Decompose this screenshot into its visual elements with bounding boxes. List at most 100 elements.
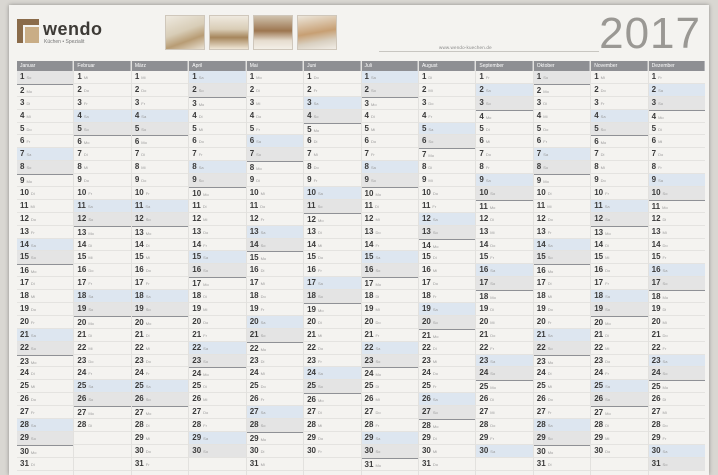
day-number: 5 xyxy=(192,123,197,133)
weekday-label: Fr xyxy=(313,87,318,93)
weekday-label: Do xyxy=(30,307,37,313)
day-cell: 29 Di xyxy=(418,432,476,445)
weekday-label: Fr xyxy=(145,371,150,377)
weekday-label: Fr xyxy=(547,410,552,416)
weekday-label: So xyxy=(83,126,89,132)
weekday-label: So xyxy=(547,255,553,261)
month-header: Juni xyxy=(304,61,361,71)
weekday-label: Mi xyxy=(375,307,380,313)
day-number: 12 xyxy=(421,213,431,223)
day-number: 9 xyxy=(594,175,599,185)
day-cell: 21 Di xyxy=(131,329,189,342)
day-cell: 4 Di xyxy=(189,110,246,123)
day-cell: 18 Sa xyxy=(74,290,131,304)
weekday-label: Do xyxy=(83,178,89,184)
day-number: 15 xyxy=(421,252,431,262)
day-number: 16 xyxy=(307,265,317,275)
day-cell: 26 Mo xyxy=(304,393,361,407)
weekday-label: Sa xyxy=(256,139,262,145)
weekday-label: So xyxy=(318,294,323,300)
day-number: 20 xyxy=(536,316,546,326)
weekday-label: Sa xyxy=(370,165,376,171)
month-header: Mai xyxy=(246,61,304,71)
day-cell: 13 Mo xyxy=(591,225,648,239)
weekday-label: Mi xyxy=(145,255,150,261)
day-cell: 17 Do xyxy=(418,277,476,291)
weekday-label: Mo xyxy=(432,333,439,339)
weekday-label: Fr xyxy=(145,191,150,197)
day-cell: 14 Di xyxy=(591,239,648,252)
day-cell: 2 Sa xyxy=(476,83,533,97)
weekday-label: So xyxy=(375,358,381,364)
day-cell: 25 Do xyxy=(246,380,304,394)
day-number: 11 xyxy=(20,200,29,210)
weekday-label: Sa xyxy=(260,319,266,325)
day-number: 14 xyxy=(479,239,489,249)
weekday-label: Sa xyxy=(375,345,381,351)
weekday-label: Mo xyxy=(432,243,439,249)
day-number: 29 xyxy=(20,432,29,442)
weekday-label: Di xyxy=(256,178,260,184)
day-number: 10 xyxy=(249,188,259,198)
day-cell: 6 So xyxy=(418,135,476,149)
weekday-label: So xyxy=(88,397,94,403)
day-cell: 6 Do xyxy=(189,135,246,149)
day-cell: 8 Sa xyxy=(361,161,418,175)
weekday-label: So xyxy=(375,268,381,274)
day-cell: 2 Mi xyxy=(418,84,476,97)
weekday-label: Sa xyxy=(543,152,549,158)
weekday-label: Mo xyxy=(88,230,94,236)
day-cell: 3 Do xyxy=(418,97,476,110)
day-number: 25 xyxy=(536,381,546,391)
day-cell: 21 Mi xyxy=(304,329,361,342)
day-cell: 1 Di xyxy=(418,71,476,84)
day-cell: 1 Mi xyxy=(131,71,189,84)
weekday-label: Di xyxy=(375,384,380,390)
day-cell: 29 So xyxy=(533,431,591,445)
day-number: 2 xyxy=(536,85,542,95)
day-cell: 9 Sa xyxy=(476,174,533,188)
weekday-label: Sa xyxy=(30,423,36,429)
weekday-label: Mo xyxy=(547,449,554,455)
day-number: 3 xyxy=(307,97,312,107)
weekday-label: Do xyxy=(318,435,324,441)
weekday-label: Mi xyxy=(375,397,380,403)
weekday-label: Do xyxy=(375,319,381,325)
day-number: 12 xyxy=(536,213,546,223)
day-number: 20 xyxy=(479,316,489,326)
day-number: 30 xyxy=(20,446,29,456)
weekday-label: Sa xyxy=(30,332,36,338)
empty-day-cell xyxy=(189,458,246,471)
weekday-label: Di xyxy=(375,203,379,209)
day-cell: 28 Do xyxy=(476,419,533,432)
weekday-label: Mi xyxy=(605,345,610,351)
day-number: 29 xyxy=(421,432,431,442)
day-number: 31 xyxy=(20,458,29,468)
day-cell: 1 Fr xyxy=(648,71,706,84)
day-cell: 25 Mo xyxy=(476,380,533,394)
day-list: 1 Fr 2 Sa 3 So 4 Mo 5 Di 6 Mi 7 Do 8 Fr 9 Sa 10 So 11 Mo 12 Di 1… xyxy=(648,71,706,475)
weekday-label: Sa xyxy=(87,203,93,209)
weekday-label: Mo xyxy=(30,449,37,455)
day-cell: 25 Mo xyxy=(648,380,706,394)
day-cell: 5 So xyxy=(131,122,189,136)
day-cell: 5 So xyxy=(591,122,648,136)
weekday-label: Fr xyxy=(313,178,318,184)
day-cell: 2 Do xyxy=(74,84,131,97)
day-cell: 25 Sa xyxy=(591,380,648,394)
day-number: 4 xyxy=(192,110,197,120)
day-cell: 13 Mi xyxy=(476,226,533,239)
day-number: 17 xyxy=(364,279,374,289)
day-cell: 17 Fr xyxy=(591,277,648,291)
brand-name: wendo xyxy=(43,19,103,39)
weekday-label: Do xyxy=(203,319,209,325)
day-cell: 3 Mo xyxy=(361,96,418,110)
day-number: 23 xyxy=(479,355,489,365)
day-cell: 24 So xyxy=(476,367,533,381)
day-cell: 24 Do xyxy=(418,367,476,381)
day-number: 10 xyxy=(536,188,546,198)
day-cell: 4 Sa xyxy=(74,109,131,123)
day-number: 8 xyxy=(536,162,542,172)
weekday-label: So xyxy=(260,242,266,248)
weekday-label: Mi xyxy=(141,165,146,171)
